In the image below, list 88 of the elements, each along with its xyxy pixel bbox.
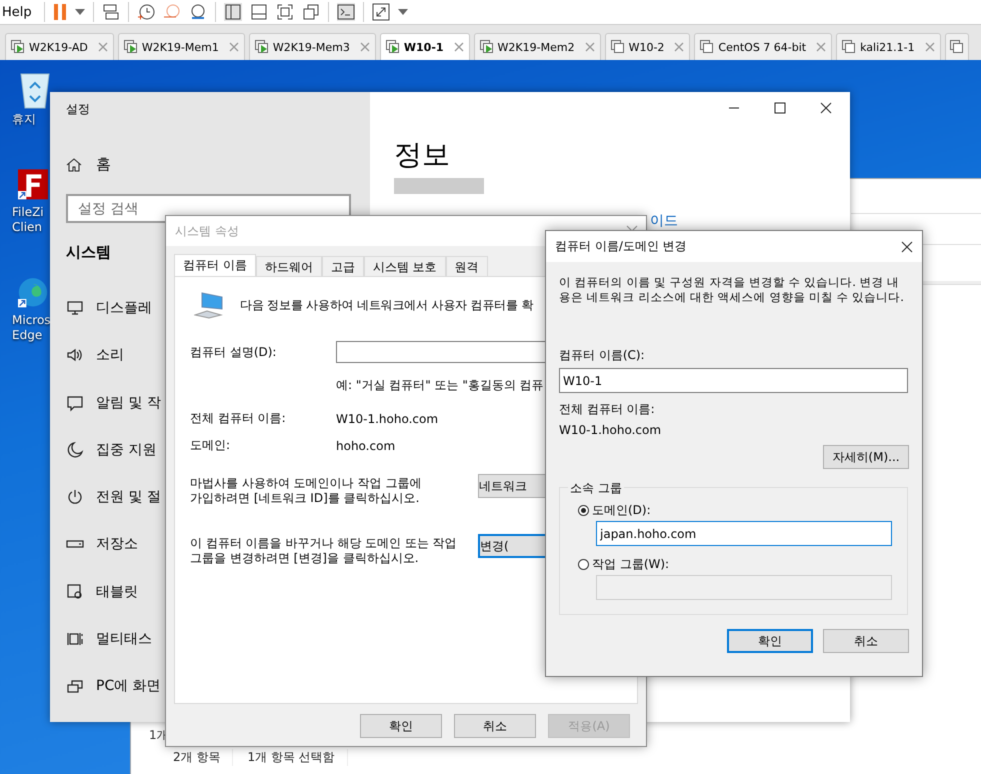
vm-icon — [386, 40, 400, 54]
tab[interactable]: 고급 — [322, 256, 364, 276]
vm-tab[interactable]: W10-1 — [380, 33, 470, 60]
window-title: 설정 — [66, 101, 91, 118]
home-icon — [66, 156, 82, 172]
tab[interactable]: 시스템 보호 — [364, 256, 446, 276]
vm-icon — [842, 40, 856, 54]
nav-item[interactable]: 디스플레 — [66, 296, 152, 320]
link[interactable]: 이드 — [650, 212, 678, 230]
dialog-button[interactable]: 확인 — [727, 629, 813, 653]
more-button[interactable]: 자세히(M)... — [823, 445, 909, 469]
field-value: W10-1.hoho.com — [559, 423, 662, 437]
radio-option[interactable]: 작업 그룹(W): — [578, 556, 670, 573]
vm-icon — [11, 40, 25, 54]
desktop-icon-label[interactable]: Micros Edge — [12, 313, 51, 343]
close-icon[interactable] — [820, 102, 832, 114]
radio-option[interactable]: 도메인(D): — [578, 502, 651, 519]
vm-icon[interactable] — [950, 40, 964, 54]
vm-tab[interactable]: kali21.1-1 — [836, 33, 941, 60]
nav-item[interactable]: 소리 — [66, 344, 124, 367]
vm-tab[interactable]: CentOS 7 64-bit — [694, 33, 832, 60]
vm-icon — [480, 40, 494, 54]
vm-icon — [124, 40, 138, 54]
hint-text: 예: "거실 컴퓨터" 또는 "홍길동의 컴퓨 — [336, 377, 545, 394]
field-label: 컴퓨터 이름(C): — [559, 347, 645, 364]
maximize-icon[interactable] — [774, 102, 786, 114]
group-label: 소속 그룹 — [568, 480, 624, 497]
vm-tab[interactable]: W2K19-Mem2 — [474, 33, 601, 60]
nav-item[interactable]: 집중 지원 — [66, 438, 156, 462]
status-text: 1개 항목 선택함 — [247, 749, 348, 766]
dialog-title: 시스템 속성 — [175, 222, 239, 240]
vm-tab[interactable]: W2K19-AD — [5, 33, 114, 60]
desktop-icon-label[interactable]: FileZi Clien — [12, 205, 44, 235]
home-item[interactable]: 홈 — [66, 155, 370, 174]
dialog-title: 컴퓨터 이름/도메인 변경 — [555, 238, 687, 255]
tab[interactable]: 하드웨어 — [256, 256, 322, 276]
field-label: 전체 컴퓨터 이름: — [559, 401, 655, 418]
window-icon[interactable] — [302, 3, 320, 21]
radio-button[interactable] — [578, 505, 589, 516]
close-icon[interactable] — [901, 240, 913, 252]
field-label: 컴퓨터 설명(D): — [190, 344, 278, 360]
radio-button[interactable] — [578, 559, 589, 570]
vm-tab[interactable]: W10-2 — [604, 33, 690, 60]
vm-icon — [700, 40, 714, 54]
caret-icon[interactable] — [398, 9, 408, 15]
field-value: W10-1.hoho.com — [336, 412, 440, 426]
console-icon[interactable] — [336, 3, 355, 21]
dialog-button[interactable]: 취소 — [454, 714, 536, 738]
nav-item[interactable]: 태블릿 — [66, 580, 138, 604]
caret-icon[interactable] — [74, 9, 85, 15]
tab[interactable]: 컴퓨터 이름 — [174, 254, 256, 276]
nav-item[interactable]: PC에 화면 — [66, 674, 161, 698]
moon-icon — [66, 440, 84, 459]
field-label: 전체 컴퓨터 이름: — [190, 410, 287, 427]
dialog-button[interactable]: 취소 — [823, 629, 909, 653]
snapshot-icon[interactable] — [136, 3, 155, 21]
power-icon — [66, 488, 84, 506]
nav-item[interactable]: 알림 및 작 — [66, 390, 161, 414]
vm-icon — [254, 40, 269, 54]
nav-item[interactable]: 멀티태스 — [66, 627, 152, 651]
monitor-icon — [66, 298, 84, 317]
vm-tab[interactable]: W2K19-Mem1 — [118, 33, 245, 60]
tablet-icon — [66, 582, 84, 601]
vm-tab[interactable]: W2K19-Mem3 — [248, 33, 376, 60]
tab[interactable]: 원격 — [446, 256, 488, 276]
field-label: 도메인: — [190, 437, 232, 454]
speech-bubble-icon — [66, 394, 84, 412]
vm-icon — [610, 40, 625, 54]
desktop-icon-label[interactable]: 휴지 — [12, 112, 36, 127]
nav-item[interactable]: 전원 및 절 — [66, 485, 161, 509]
status-text: 2개 항목 — [173, 749, 234, 766]
fullscreen-icon[interactable] — [276, 3, 294, 21]
nav-item[interactable]: 저장소 — [66, 532, 138, 556]
dialog-button[interactable]: 확인 — [360, 714, 442, 738]
input-field[interactable]: japan.hoho.com — [596, 521, 892, 546]
instruction-text: 마법사를 사용하여 도메인이나 작업 그룹에 가입하려면 [네트워크 ID]를 클릭하십시오. — [190, 476, 422, 506]
instruction-text: 이 컴퓨터 이름을 바꾸거나 해당 도메인 또는 작업 그룹을 변경하려면 [변경]을 클릭하십시오. — [190, 536, 458, 566]
sidebar-icon[interactable] — [224, 3, 242, 21]
split-icon[interactable] — [250, 3, 268, 21]
intro-text: 이 컴퓨터의 이름 및 구성원 자격을 변경할 수 있습니다. 변경 내 용은 네트워크 리소스에 대한 액세스에 영향을 미칠 수 있습니다. — [559, 275, 904, 305]
section-heading: 시스템 — [66, 243, 112, 262]
field-value: hoho.com — [336, 438, 396, 452]
page-title: 정보 — [394, 137, 451, 173]
stretch-icon[interactable] — [372, 3, 390, 21]
pause-icon[interactable] — [52, 3, 67, 21]
intro-text: 다음 정보를 사용하여 네트워크에서 사용자 컴퓨터를 확 — [240, 296, 534, 314]
help-menu[interactable]: Help — [2, 4, 32, 20]
computer-name-field[interactable]: W10-1 — [559, 368, 908, 393]
